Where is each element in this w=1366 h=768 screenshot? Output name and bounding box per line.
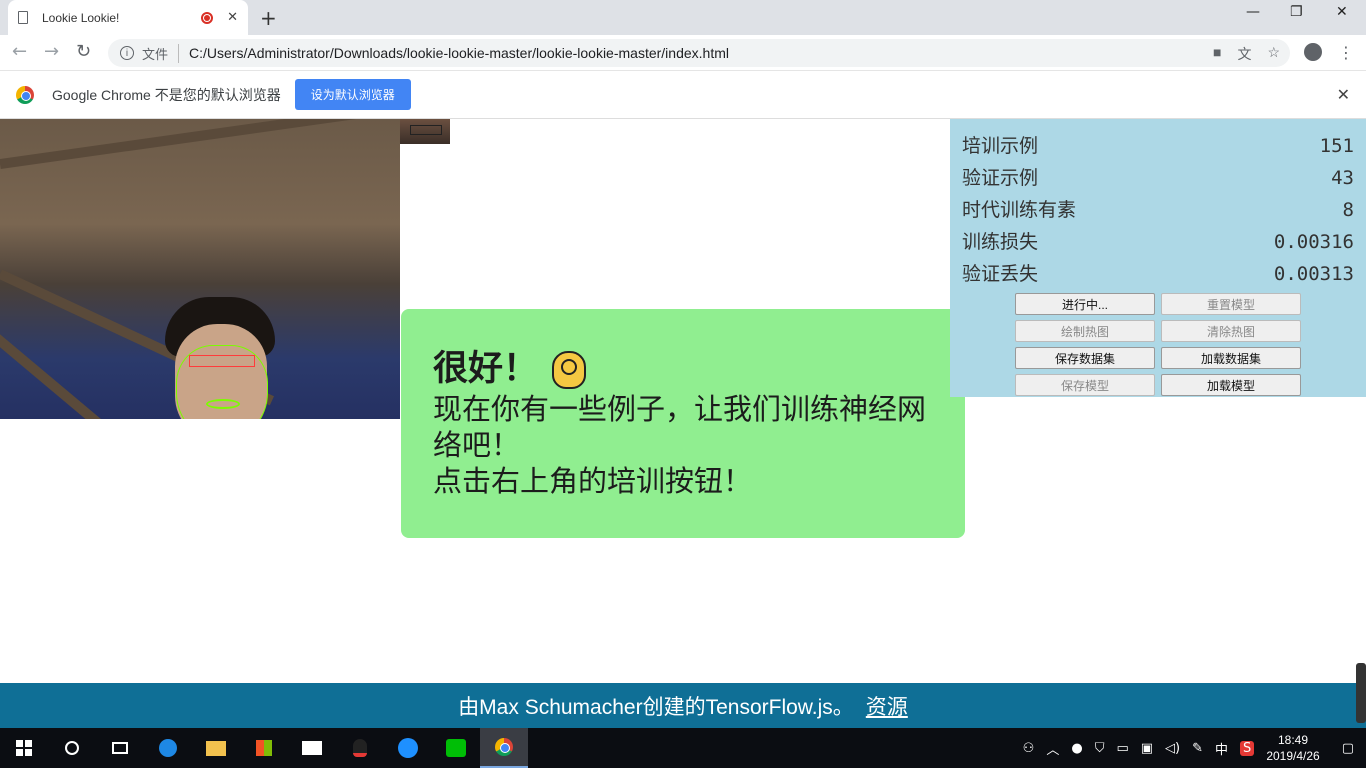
search-circle-icon[interactable] (48, 728, 96, 768)
draw-heatmap-button[interactable]: 绘制热图 (1015, 320, 1155, 342)
stat-validation-examples: 验证示例 43 (962, 167, 1354, 189)
mail-icon[interactable] (288, 728, 336, 768)
eyes-thumbnail (400, 119, 450, 144)
people-icon[interactable]: ⚇ (1023, 741, 1035, 756)
windows-taskbar: ⚇ ︿ ● ⛉ ▭ ▣ ◁) ✎ 中 S 18:49 2019/4/26 ▢ (0, 728, 1366, 768)
training-panel: 培训示例 151 验证示例 43 时代训练有素 8 训练损失 0.00316 验证丢失 0… (950, 119, 1366, 397)
tab-title: Lookie Lookie! (42, 10, 120, 25)
train-button[interactable]: 进行中... (1015, 293, 1155, 315)
pen-icon[interactable]: ✎ (1192, 741, 1203, 756)
restore-button[interactable]: ❐ (1290, 4, 1303, 20)
menu-icon[interactable]: ⋮ (1338, 43, 1354, 62)
stat-epochs-trained: 时代训练有素 8 (962, 199, 1354, 221)
file-explorer-icon[interactable] (192, 728, 240, 768)
store-icon[interactable] (240, 728, 288, 768)
security-shield-icon[interactable]: ⛉ (1095, 741, 1105, 756)
profile-avatar-icon[interactable] (1304, 43, 1322, 61)
browser-toolbar: ← → ↻ i 文件 C:/Users/Administrator/Downlo… (0, 35, 1366, 71)
start-button[interactable] (0, 728, 48, 768)
clock-date: 2019/4/26 (1266, 749, 1320, 763)
edge-icon[interactable] (144, 728, 192, 768)
instruction-box: 很好！ 现在你有一些例子，让我们训练神经网络吧！ 点击右上角的培训按钮！ (401, 309, 965, 538)
qq-icon[interactable] (336, 728, 384, 768)
webcam-video (0, 119, 400, 419)
sogou-icon[interactable]: S (1240, 740, 1255, 756)
chrome-logo-icon (16, 85, 34, 104)
address-bar[interactable]: i 文件 C:/Users/Administrator/Downloads/lo… (108, 39, 1290, 67)
qq-tray-icon[interactable]: ● (1071, 741, 1082, 756)
eye-bounding-box (189, 355, 255, 367)
back-button[interactable]: ← (12, 41, 27, 62)
clear-heatmap-button[interactable]: 清除热图 (1161, 320, 1301, 342)
stat-training-examples: 培训示例 151 (962, 135, 1354, 157)
default-browser-infobar: Google Chrome 不是您的默认浏览器 设为默认浏览器 ✕ (0, 71, 1366, 119)
input-method-label[interactable]: 中 (1215, 739, 1228, 758)
clock-time: 18:49 (1277, 733, 1309, 747)
chrome-taskbar-icon[interactable] (480, 728, 528, 768)
iqiyi-icon[interactable] (432, 728, 480, 768)
system-tray: ⚇ ︿ ● ⛉ ▭ ▣ ◁) ✎ 中 S 18:49 2019/4/26 ▢ (1023, 728, 1366, 768)
load-dataset-button[interactable]: 加载数据集 (1161, 347, 1301, 369)
windows-logo-icon (16, 740, 32, 756)
kugou-icon[interactable] (384, 728, 432, 768)
instruction-line-1: 现在你有一些例子，让我们训练神经网络吧！ (433, 392, 927, 462)
bookmark-star-icon[interactable]: ☆ (1267, 44, 1280, 64)
browser-tab[interactable]: Lookie Lookie! ✕ (8, 0, 248, 35)
source-link[interactable]: 资源 (866, 691, 908, 721)
scrollbar-thumb[interactable] (1356, 663, 1366, 723)
new-tab-button[interactable]: + (260, 6, 277, 30)
tab-close-icon[interactable]: ✕ (227, 10, 238, 25)
mouth-landmark (206, 399, 240, 409)
infobar-close-icon[interactable]: ✕ (1337, 85, 1350, 104)
clock[interactable]: 18:49 2019/4/26 (1266, 732, 1319, 764)
battery-icon[interactable]: ▭ (1116, 741, 1128, 756)
reset-model-button[interactable]: 重置模型 (1161, 293, 1301, 315)
infobar-message: Google Chrome 不是您的默认浏览器 (52, 86, 281, 103)
reload-button[interactable]: ↻ (76, 41, 91, 62)
instruction-heading: 很好！ (433, 347, 933, 391)
footer-text: 由Max Schumacher创建的TensorFlow.js。 (458, 695, 854, 719)
notification-icon[interactable]: ▢ (1342, 741, 1354, 756)
translate-icon[interactable]: 文 (1237, 44, 1251, 64)
document-icon (18, 11, 28, 24)
set-default-browser-button[interactable]: 设为默认浏览器 (294, 79, 411, 110)
instruction-line-2: 点击右上角的培训按钮！ (433, 464, 753, 498)
recording-icon (201, 11, 214, 24)
save-dataset-button[interactable]: 保存数据集 (1015, 347, 1155, 369)
stat-validation-loss: 验证丢失 0.00313 (962, 263, 1354, 285)
ok-hand-icon (552, 351, 587, 389)
window-close-button[interactable]: ✕ (1336, 4, 1348, 20)
load-model-button[interactable]: 加载模型 (1161, 374, 1301, 396)
stat-training-loss: 训练损失 0.00316 (962, 231, 1354, 253)
save-model-button[interactable]: 保存模型 (1015, 374, 1155, 396)
forward-button[interactable]: → (44, 41, 59, 62)
task-view-icon[interactable] (96, 728, 144, 768)
tab-strip: Lookie Lookie! ✕ + — ❐ ✕ (0, 0, 1366, 35)
minimize-button[interactable]: — (1246, 4, 1260, 20)
page-footer: 由Max Schumacher创建的TensorFlow.js。 资源 (0, 683, 1366, 728)
info-icon[interactable]: i (120, 46, 134, 60)
tray-chevron-up-icon[interactable]: ︿ (1046, 739, 1059, 758)
address-url[interactable]: C:/Users/Administrator/Downloads/lookie-… (189, 45, 729, 61)
volume-icon[interactable]: ◁) (1165, 741, 1180, 756)
network-icon[interactable]: ▣ (1141, 741, 1153, 756)
camera-icon[interactable]: ■ (1213, 44, 1221, 64)
address-scheme-label: 文件 (142, 43, 180, 63)
